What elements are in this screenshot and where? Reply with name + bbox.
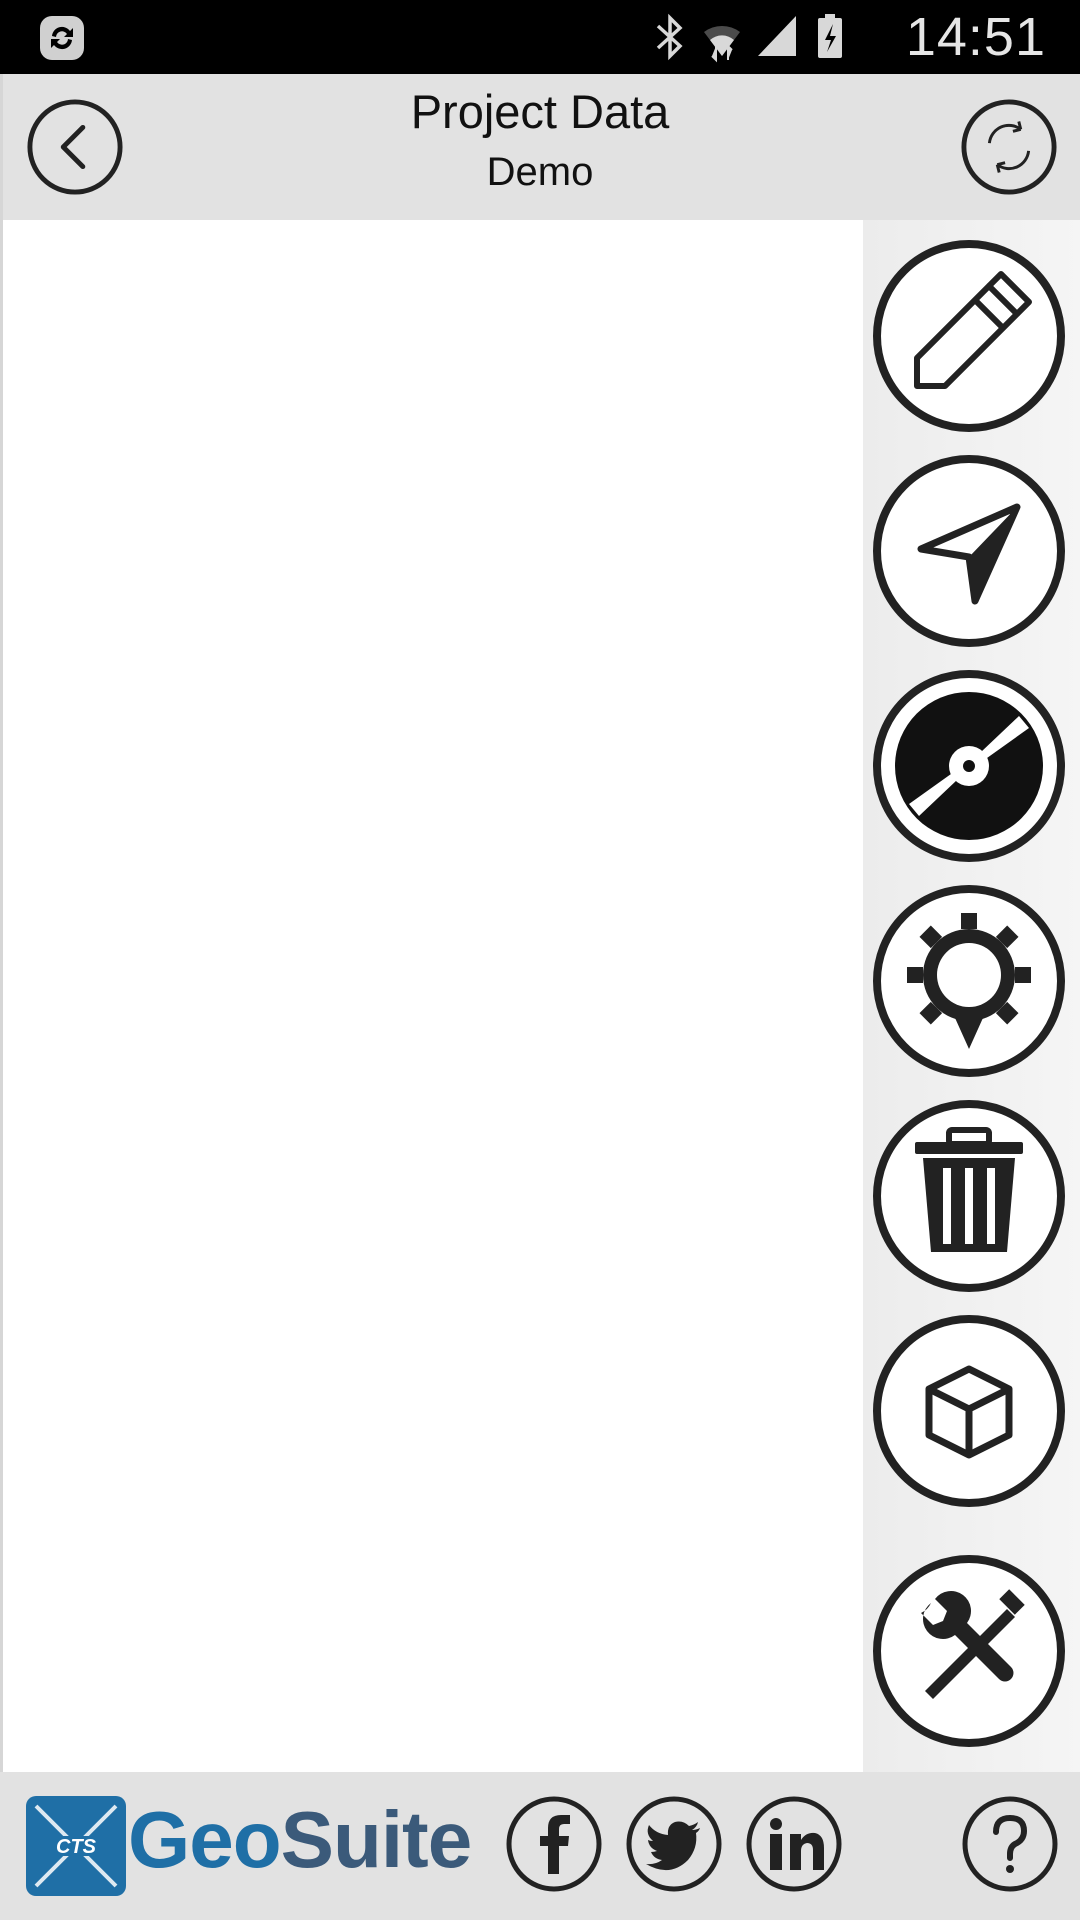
brand-name: GeoSuite [128,1794,473,1886]
help-icon[interactable] [960,1794,1060,1894]
cube-icon[interactable] [869,1311,1069,1511]
header-bar: Project Data Demo [0,74,1080,220]
pencil-icon[interactable] [869,236,1069,436]
brand-geo: Geo [128,1795,282,1884]
disc-icon[interactable] [869,666,1069,866]
project-data-area [3,220,863,1772]
cts-logo-icon[interactable]: CTS [26,1796,126,1896]
battery-charging-icon [818,14,842,58]
tools-icon[interactable] [869,1551,1069,1751]
page-subtitle: Demo [486,150,594,194]
sync-app-icon [40,16,84,60]
status-bar: 14:51 [0,0,1080,74]
status-time: 14:51 [905,7,1046,67]
wifi-icon [704,26,740,63]
navigate-icon[interactable] [869,451,1069,651]
facebook-icon[interactable] [504,1794,604,1894]
signal-icon [758,16,796,56]
status-icons [656,13,842,63]
linkedin-icon[interactable] [744,1794,844,1894]
page-title: Project Data [410,85,670,138]
sync-icon[interactable] [960,98,1058,196]
trash-icon[interactable] [869,1096,1069,1296]
twitter-icon[interactable] [624,1794,724,1894]
footer-bar: CTS GeoSuite [0,1772,1080,1920]
gear-location-icon[interactable] [869,881,1069,1081]
bluetooth-icon [656,13,683,61]
brand-suite: Suite [280,1795,473,1884]
logo-text: CTS [56,1836,97,1858]
